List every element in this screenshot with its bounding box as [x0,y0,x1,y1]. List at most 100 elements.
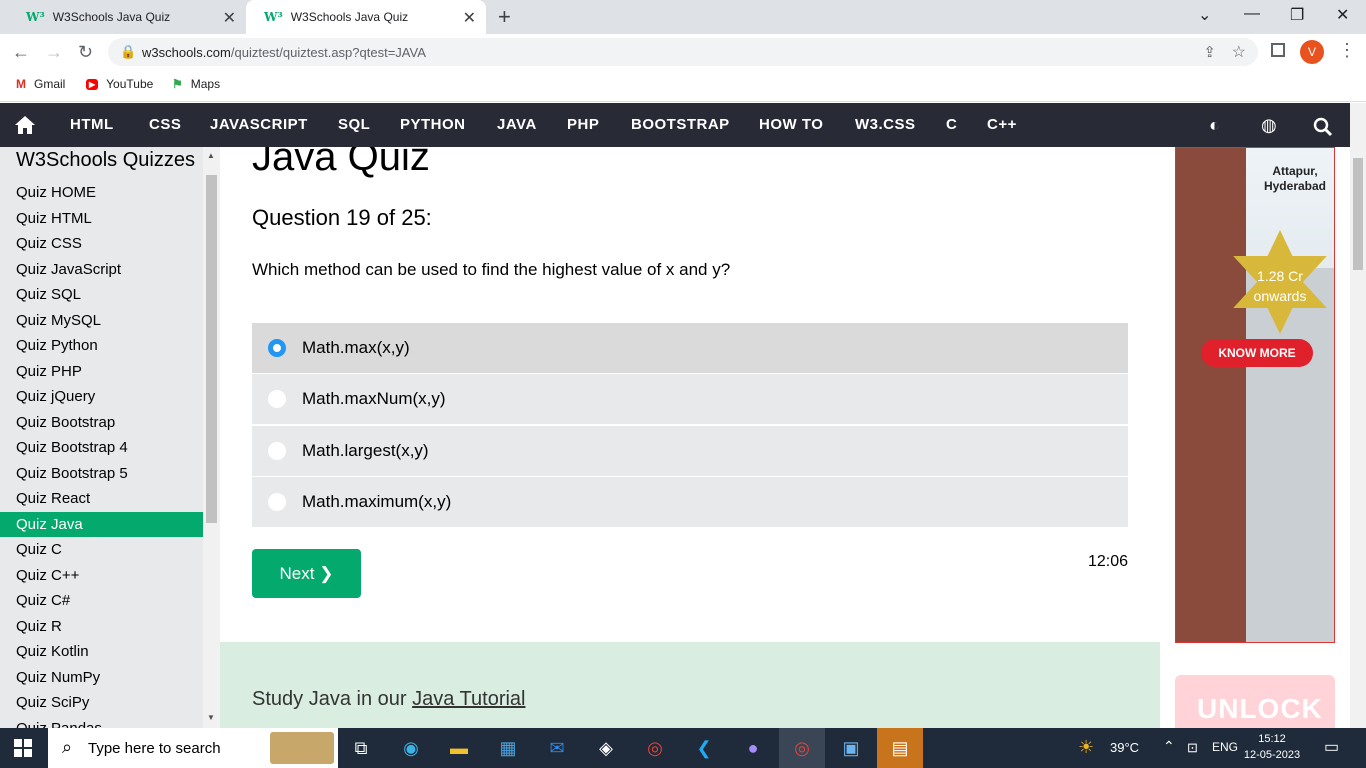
sidebar-scrollbar[interactable]: ▲ ▼ [203,147,220,728]
answer-option[interactable]: Math.maximum(x,y) [252,477,1128,527]
answer-option[interactable]: Math.max(x,y) [252,323,1128,373]
profile-avatar[interactable]: V [1300,40,1324,64]
nav-c[interactable]: C [946,103,957,147]
sidebar-item-quiz-python[interactable]: Quiz Python [0,333,203,358]
chrome-icon[interactable]: ◎ [632,728,678,768]
globe-icon[interactable]: ◍ [1261,115,1277,136]
browser-tab[interactable]: W³ W3Schools Java Quiz ✕ [8,0,246,34]
store-icon[interactable]: ▦ [485,728,531,768]
sidebar-item-quiz-jquery[interactable]: Quiz jQuery [0,384,203,409]
sidebar-item-quiz-kotlin[interactable]: Quiz Kotlin [0,639,203,664]
sidebar-item-quiz-javascript[interactable]: Quiz JavaScript [0,257,203,282]
radio-button-selected[interactable] [268,339,286,357]
weather-icon[interactable]: ☀ [1078,737,1094,758]
taskbar-search[interactable]: ⌕ Type here to search [48,728,338,768]
sidebar-item-quiz-java[interactable]: Quiz Java [0,511,203,537]
unlock-ad[interactable]: UNLOCK [1175,675,1335,735]
nav-python[interactable]: PYTHON [400,103,466,147]
nav-java[interactable]: JAVA [497,103,537,147]
sidebar-item-quiz-numpy[interactable]: Quiz NumPy [0,665,203,690]
sidebar-item-quiz-c#[interactable]: Quiz C# [0,588,203,613]
github-icon[interactable]: ● [730,728,776,768]
sidebar-item-quiz-html[interactable]: Quiz HTML [0,206,203,231]
radio-button[interactable] [268,390,286,408]
back-icon[interactable]: ← [12,42,30,63]
nav-sql[interactable]: SQL [338,103,370,147]
answer-option[interactable]: Math.largest(x,y) [252,426,1128,476]
answer-label: Math.max(x,y) [302,338,410,357]
scrollbar-thumb[interactable] [1353,158,1363,270]
media-app-icon[interactable]: ◈ [583,728,629,768]
sidebar-item-quiz-mysql[interactable]: Quiz MySQL [0,308,203,333]
sidebar-item-quiz-bootstrap-5[interactable]: Quiz Bootstrap 5 [0,461,203,486]
sidebar-item-quiz-home[interactable]: Quiz HOME [0,180,203,205]
sidebar-item-quiz-css[interactable]: Quiz CSS [0,231,203,256]
address-bar[interactable]: 🔒 w3schools.com/quiztest/quiztest.asp?qt… [108,38,1258,66]
restore-icon[interactable]: ❐ [1290,5,1304,25]
scroll-up-icon[interactable]: ▲ [207,151,215,160]
sidebar-item-quiz-bootstrap[interactable]: Quiz Bootstrap [0,410,203,435]
nav-html[interactable]: HTML [70,103,114,147]
scrollbar-thumb[interactable] [206,175,217,523]
close-window-icon[interactable]: ✕ [1336,5,1349,25]
sidebar-item-quiz-sql[interactable]: Quiz SQL [0,282,203,307]
nav-how-to[interactable]: HOW TO [759,103,823,147]
nav-cpp[interactable]: C++ [987,103,1017,147]
sidebar-item-quiz-c[interactable]: Quiz C [0,537,203,562]
weather-temp[interactable]: 39°C [1110,740,1139,755]
scroll-down-icon[interactable]: ▼ [207,713,215,722]
nav-php[interactable]: PHP [567,103,599,147]
real-estate-ad[interactable]: Attapur, Hyderabad 1.28 Cr onwards KNOW … [1175,147,1335,643]
sidebar-item-quiz-c++[interactable]: Quiz C++ [0,563,203,588]
network-icon[interactable]: ⊡ [1187,740,1198,756]
bookmark-youtube[interactable]: ▶ YouTube [86,77,153,91]
nav-javascript[interactable]: JAVASCRIPT [210,103,308,147]
minimize-icon[interactable]: — [1244,5,1260,23]
home-icon[interactable] [14,115,36,135]
share-icon[interactable]: ⇪ [1203,43,1216,61]
chrome-active-icon[interactable]: ◎ [779,728,825,768]
sidebar-item-quiz-php[interactable]: Quiz PHP [0,359,203,384]
nav-bootstrap[interactable]: BOOTSTRAP [631,103,730,147]
new-tab-icon[interactable]: + [498,4,511,30]
forward-icon[interactable]: → [45,42,63,63]
side-panel-icon[interactable] [1271,43,1285,57]
search-icon[interactable] [1313,117,1333,137]
photos-icon[interactable]: ▣ [828,728,874,768]
java-tutorial-link[interactable]: Java Tutorial [412,688,525,710]
language-indicator[interactable]: ENG [1212,740,1238,754]
sidebar-item-quiz-r[interactable]: Quiz R [0,614,203,639]
bookmark-star-icon[interactable]: ☆ [1232,42,1246,62]
bookmark-maps[interactable]: ⚑ Maps [172,77,220,91]
task-view-icon[interactable]: ⧉ [338,728,384,768]
sidebar-item-quiz-pandas[interactable]: Quiz Pandas [0,716,203,729]
taskbar-clock[interactable]: 15:12 12-05-2023 [1242,731,1302,763]
know-more-button[interactable]: KNOW MORE [1201,339,1313,367]
nav-css[interactable]: CSS [149,103,181,147]
reload-icon[interactable]: ↻ [78,42,93,63]
edge-icon[interactable]: ◉ [388,728,434,768]
tray-chevron-icon[interactable]: ⌃ [1163,738,1175,755]
page-scrollbar[interactable] [1350,103,1366,728]
close-tab-icon[interactable]: ✕ [223,8,236,28]
browser-tab-active[interactable]: W³ W3Schools Java Quiz ✕ [246,0,486,34]
close-tab-icon[interactable]: ✕ [463,8,476,28]
dark-mode-icon[interactable]: ◐ [1209,115,1220,136]
radio-button[interactable] [268,493,286,511]
bookmark-gmail[interactable]: M Gmail [16,77,65,91]
notifications-icon[interactable]: ▭ [1324,737,1339,757]
nav-w3css[interactable]: W3.CSS [855,103,916,147]
mail-icon[interactable]: ✉ [534,728,580,768]
answer-option[interactable]: Math.maxNum(x,y) [252,374,1128,424]
sidebar-item-quiz-scipy[interactable]: Quiz SciPy [0,690,203,715]
vscode-icon[interactable]: ❮ [681,728,727,768]
menu-kebab-icon[interactable]: ⋮ [1338,40,1356,61]
app-icon[interactable]: ▤ [877,728,923,768]
radio-button[interactable] [268,442,286,460]
tab-search-chevron-icon[interactable]: ⌄ [1198,5,1211,25]
sidebar-item-quiz-react[interactable]: Quiz React [0,486,203,511]
next-button[interactable]: Next ❯ [252,549,361,598]
file-explorer-icon[interactable]: ▬ [436,728,482,768]
sidebar-item-quiz-bootstrap-4[interactable]: Quiz Bootstrap 4 [0,435,203,460]
windows-start-icon[interactable] [14,739,32,757]
